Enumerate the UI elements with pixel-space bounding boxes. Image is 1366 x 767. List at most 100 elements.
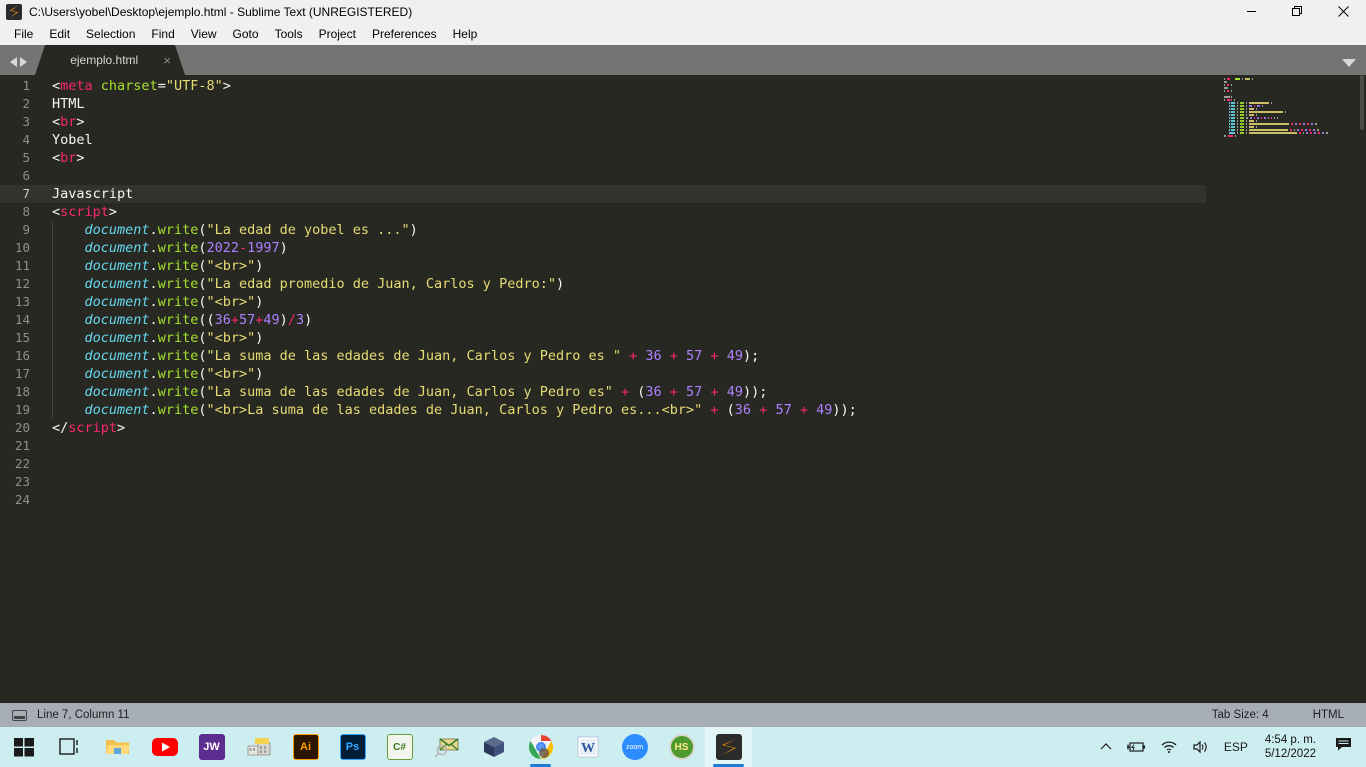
code-line[interactable]: Javascript [38, 185, 1366, 203]
line-number: 12 [14, 276, 30, 291]
menu-view[interactable]: View [183, 24, 225, 44]
code-line[interactable]: document.write("La edad de yobel es ..."… [38, 221, 1366, 239]
minimap-token [1224, 108, 1227, 110]
youtube-button[interactable] [141, 727, 188, 767]
minimap-token [1227, 77, 1230, 80]
minimap-token [1240, 122, 1244, 125]
menu-project[interactable]: Project [311, 24, 364, 44]
minimap-token [1224, 83, 1225, 86]
tab-ejemplo-html[interactable]: ejemplo.html × [35, 45, 185, 75]
code-line[interactable]: document.write("<br>") [38, 293, 1366, 311]
code-token: . [149, 276, 158, 292]
code-token: > [222, 78, 231, 94]
code-line[interactable]: document.write("La edad promedio de Juan… [38, 275, 1366, 293]
code-line[interactable]: Yobel [38, 131, 1366, 149]
maximize-restore-button[interactable] [1274, 0, 1320, 23]
menu-help[interactable]: Help [445, 24, 486, 44]
battery-charging-icon[interactable] [1119, 740, 1153, 754]
code-line[interactable] [38, 455, 1366, 473]
illustrator-button[interactable]: Ai [282, 727, 329, 767]
code-editor[interactable]: 1 2 3 4 5 6 7 8 9 10 11 12 13 14 15 16 17 18 19 20 21 22 23 24 … [0, 75, 1366, 703]
indent-guide [52, 221, 53, 419]
code-line[interactable]: <meta charset="UTF-8"> [38, 77, 1366, 95]
notification-icon[interactable] [1326, 736, 1366, 759]
show-hidden-icons-chevron[interactable] [1093, 742, 1119, 752]
code-line[interactable]: document.write("<br>") [38, 329, 1366, 347]
close-icon[interactable]: × [159, 54, 175, 67]
sublime-text-icon [6, 3, 22, 20]
virtualbox-button[interactable] [470, 727, 517, 767]
chrome-button[interactable] [517, 727, 564, 767]
code-token: . [149, 258, 158, 274]
clock[interactable]: 4:54 p. m. 5/12/2022 [1255, 733, 1326, 761]
code-token: "<br>" [206, 366, 256, 382]
sublime-text-button[interactable] [705, 727, 752, 767]
menu-edit[interactable]: Edit [41, 24, 78, 44]
speaker-icon[interactable] [1185, 740, 1217, 754]
code-line[interactable]: </script> [38, 419, 1366, 437]
code-token: + [791, 402, 817, 418]
menu-goto[interactable]: Goto [225, 24, 267, 44]
code-line[interactable]: document.write((36+57+49)/3) [38, 311, 1366, 329]
code-token: write [157, 348, 199, 364]
code-line[interactable]: document.write(2022-1997) [38, 239, 1366, 257]
menu-find[interactable]: Find [143, 24, 182, 44]
tab-size-label[interactable]: Tab Size: 4 [1190, 709, 1291, 721]
cursor-position[interactable]: Line 7, Column 11 [37, 709, 129, 721]
city-app-button[interactable] [235, 727, 282, 767]
file-explorer-button[interactable] [94, 727, 141, 767]
task-view-button[interactable] [47, 727, 94, 767]
hs-button[interactable]: HS [658, 727, 705, 767]
minimize-button[interactable] [1228, 0, 1274, 23]
mail-magnifier-icon [434, 738, 458, 758]
windows-taskbar: JW Ai Ps C# W zoom HS ESP 4:54 p. m. 5/1… [0, 727, 1366, 767]
code-line[interactable]: document.write("<br>") [38, 365, 1366, 383]
code-line[interactable]: document.write("La suma de las edades de… [38, 347, 1366, 365]
chevron-left-icon[interactable] [10, 57, 17, 67]
minimap-token [1240, 107, 1244, 110]
jw-library-button[interactable]: JW [188, 727, 235, 767]
line-number: 8 [22, 204, 30, 219]
csharp-button[interactable]: C# [376, 727, 423, 767]
code-line[interactable]: HTML [38, 95, 1366, 113]
close-button[interactable] [1320, 0, 1366, 23]
code-line[interactable]: document.write("<br>") [38, 257, 1366, 275]
photoshop-icon: Ps [339, 734, 366, 760]
minimap[interactable] [1206, 75, 1366, 703]
menu-selection[interactable]: Selection [78, 24, 143, 44]
mail-search-button[interactable] [423, 727, 470, 767]
wifi-icon[interactable] [1153, 740, 1185, 754]
code-token: document [84, 402, 150, 418]
code-line[interactable] [38, 167, 1366, 185]
menu-file[interactable]: File [6, 24, 41, 44]
minimap-token [1318, 131, 1320, 134]
code-line[interactable]: document.write("La suma de las edades de… [38, 383, 1366, 401]
line-number: 10 [14, 240, 30, 255]
start-button[interactable] [0, 727, 47, 767]
line-number: 3 [22, 114, 30, 129]
minimap-token [1299, 122, 1301, 125]
line-number: 18 [14, 384, 30, 399]
photoshop-button[interactable]: Ps [329, 727, 376, 767]
code-line[interactable]: <br> [38, 113, 1366, 131]
code-line[interactable]: document.write ("<br>La suma de las edade… [38, 401, 1366, 419]
chevron-right-icon[interactable] [20, 57, 27, 67]
code-area[interactable]: <meta charset="UTF-8"> HTML <br> Yobel <br> … [38, 75, 1366, 703]
menu-preferences[interactable]: Preferences [364, 24, 445, 44]
code-line[interactable] [38, 473, 1366, 491]
syntax-label[interactable]: HTML [1291, 709, 1366, 721]
menu-tools[interactable]: Tools [267, 24, 311, 44]
minimap-token [1237, 110, 1238, 113]
chevron-down-icon[interactable] [1342, 59, 1356, 67]
code-token: 2022 [206, 240, 239, 256]
word-button[interactable]: W [564, 727, 611, 767]
zoom-button[interactable]: zoom [611, 727, 658, 767]
language-indicator[interactable]: ESP [1217, 740, 1255, 754]
code-line[interactable] [38, 437, 1366, 455]
minimap-viewport[interactable] [1360, 75, 1364, 130]
code-line[interactable] [38, 491, 1366, 509]
code-line[interactable]: <br> [38, 149, 1366, 167]
minimap-line [1206, 146, 1366, 149]
tab-scroll-arrows[interactable] [0, 57, 35, 75]
code-line[interactable]: <script> [38, 203, 1366, 221]
